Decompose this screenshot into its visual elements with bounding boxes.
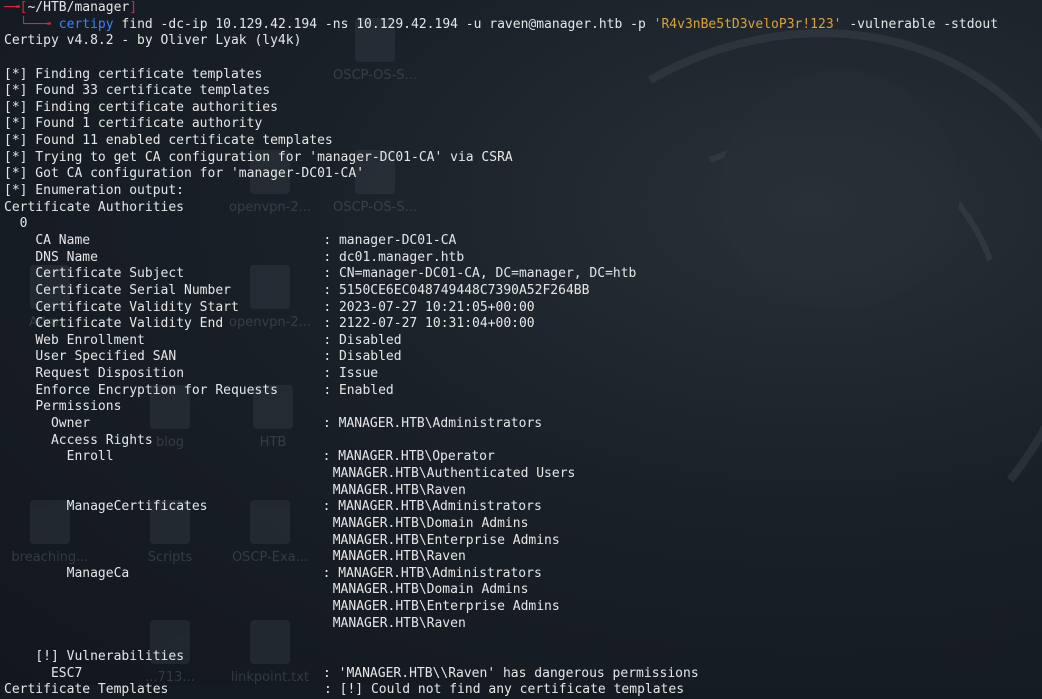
- command-flags: -vulnerable -stdout: [849, 16, 999, 32]
- ca-field: CA Name: manager-DC01-CA: [35, 232, 457, 248]
- managecerts-row: MANAGER.HTB\Enterprise Admins: [332, 532, 560, 548]
- ca-field: Request Disposition: Issue: [35, 366, 379, 382]
- status-line: [*] Found 11 enabled certificate templat…: [4, 133, 333, 149]
- terminal-window[interactable]: ─╼[~/HTB/manager] └──╼ certipy find -dc-…: [0, 0, 1042, 697]
- command-password: 'R4v3nBe5tD3veloP3r!123': [653, 16, 842, 32]
- command-name: certipy: [58, 16, 114, 32]
- ca-field: Certificate Validity End: 2122-07-27 10:…: [35, 316, 535, 332]
- status-line: [*] Found 33 certificate templates: [4, 83, 271, 99]
- status-line: [*] Enumeration output:: [4, 183, 185, 199]
- status-line: [*] Finding certificate templates: [4, 66, 263, 82]
- ca-field: Enforce Encryption for Requests: Enabled: [35, 382, 394, 398]
- manageca-row: ManageCa: MANAGER.HTB\Administrators: [66, 565, 542, 581]
- access-rights-label: Access Rights: [50, 432, 153, 448]
- banner: Certipy v4.8.2 - by Oliver Lyak (ly4k): [4, 33, 302, 49]
- prompt-path: ~/HTB/manager: [27, 0, 130, 15]
- permissions-label: Permissions: [35, 399, 122, 415]
- ca-field: Certificate Validity Start: 2023-07-27 1…: [35, 299, 535, 315]
- ca-field: DNS Name: dc01.manager.htb: [35, 249, 465, 265]
- ca-field: Certificate Subject: CN=manager-DC01-CA,…: [35, 266, 637, 282]
- manageca-row: MANAGER.HTB\Enterprise Admins: [332, 599, 560, 615]
- command-args: find -dc-ip 10.129.42.194 -ns 10.129.42.…: [121, 16, 646, 32]
- vulnerability-row: ESC7: 'MANAGER.HTB\\Raven' has dangerous…: [50, 665, 699, 681]
- status-line: [*] Got CA configuration for 'manager-DC…: [4, 166, 365, 182]
- manageca-row: MANAGER.HTB\Raven: [332, 615, 466, 631]
- manageca-row: MANAGER.HTB\Domain Admins: [332, 582, 529, 598]
- ca-field: User Specified SAN: Disabled: [35, 349, 402, 365]
- enroll-row: MANAGER.HTB\Authenticated Users: [332, 465, 576, 481]
- status-line: [*] Trying to get CA configuration for '…: [4, 149, 513, 165]
- ca-header: Certificate Authorities: [4, 199, 185, 215]
- command-line[interactable]: └──╼ certipy find -dc-ip 10.129.42.194 -…: [4, 17, 1042, 34]
- prompt-path-line: ─╼[~/HTB/manager]: [4, 0, 138, 15]
- enroll-row: MANAGER.HTB\Raven: [332, 482, 466, 498]
- status-line: [*] Finding certificate authorities: [4, 99, 278, 115]
- owner-row: Owner: MANAGER.HTB\Administrators: [50, 416, 543, 432]
- vulnerabilities-label: [!] Vulnerabilities: [35, 648, 185, 664]
- managecerts-row: MANAGER.HTB\Domain Admins: [332, 515, 529, 531]
- status-line: [*] Found 1 certificate authority: [4, 116, 263, 132]
- enroll-row: Enroll: MANAGER.HTB\Operator: [66, 449, 495, 465]
- ca-field: Web Enrollment: Disabled: [35, 332, 402, 348]
- managecerts-row: MANAGER.HTB\Raven: [332, 549, 466, 565]
- ca-field: Certificate Serial Number: 5150CE6EC0487…: [35, 282, 590, 298]
- managecerts-row: ManageCertificates: MANAGER.HTB\Administ…: [66, 499, 542, 515]
- ca-index: 0: [19, 216, 28, 232]
